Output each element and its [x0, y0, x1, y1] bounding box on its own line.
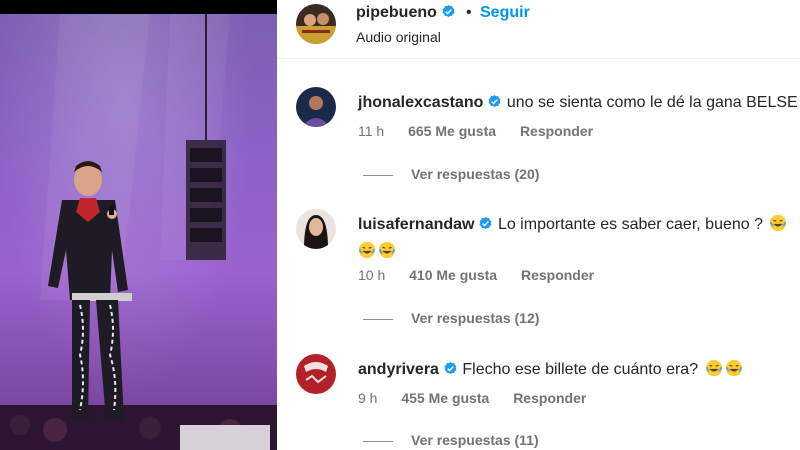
replies-line — [363, 174, 393, 176]
verified-badge-icon — [488, 94, 501, 108]
comment-meta: 11 h 665 Me gusta Responder — [358, 123, 613, 139]
comment-username[interactable]: jhonalexcastano — [358, 94, 483, 111]
author-avatar[interactable] — [296, 4, 336, 44]
comment-text: andyrivera Flecho ese billete de cuánto … — [358, 356, 800, 383]
view-replies-button[interactable]: Ver respuestas (11) — [363, 432, 539, 448]
laughing-emoji-icon — [770, 214, 787, 232]
reply-button[interactable]: Responder — [520, 123, 593, 139]
author-username[interactable]: pipebueno — [356, 4, 456, 22]
comment-body: Flecho ese billete de cuánto era? — [462, 361, 699, 378]
commenter-avatar[interactable] — [296, 209, 336, 249]
view-replies-button[interactable]: Ver respuestas (12) — [363, 310, 539, 326]
laughing-emoji-icon — [725, 359, 742, 377]
view-replies-label[interactable]: Ver respuestas (12) — [411, 310, 539, 326]
comment-likes[interactable]: 665 Me gusta — [408, 123, 496, 139]
laughing-emoji-icon — [358, 241, 376, 259]
reply-button[interactable]: Responder — [521, 267, 594, 283]
comment-time[interactable]: 11 h — [358, 123, 384, 139]
view-replies-button[interactable]: Ver respuestas (20) — [363, 166, 539, 182]
reel-video[interactable] — [0, 0, 277, 450]
concert-scene — [0, 14, 277, 450]
follow-button[interactable]: Seguir — [480, 4, 530, 22]
comment-time[interactable]: 10 h — [358, 267, 385, 283]
comment-text: luisafernandaw Lo importante es saber ca… — [358, 211, 800, 265]
comment-body: Lo importante es saber caer, bueno ? — [497, 216, 763, 233]
verified-badge-icon — [480, 216, 492, 230]
reply-button[interactable]: Responder — [513, 390, 586, 406]
replies-line — [363, 318, 393, 320]
view-replies-label[interactable]: Ver respuestas (20) — [411, 166, 539, 182]
comment-text: jhonalexcastano uno se sienta como le dé… — [358, 89, 800, 116]
comment-username[interactable]: andyrivera — [358, 361, 439, 378]
comment-meta: 9 h 455 Me gusta Responder — [358, 390, 606, 406]
replies-line — [363, 440, 393, 442]
comment-likes[interactable]: 455 Me gusta — [401, 390, 489, 406]
comment-time[interactable]: 9 h — [358, 390, 377, 406]
verified-badge-icon — [442, 4, 455, 18]
post-header: pipebueno • Seguir Audio original — [277, 0, 800, 58]
separator-dot: • — [466, 4, 472, 21]
comment-meta: 10 h 410 Me gusta Responder — [358, 267, 614, 283]
commenter-avatar[interactable] — [296, 87, 336, 127]
laughing-emoji-icon — [705, 359, 722, 377]
comments-panel: pipebueno • Seguir Audio original jhonal… — [277, 0, 800, 450]
verified-badge-icon — [444, 361, 457, 375]
laughing-emoji-icon — [378, 241, 396, 259]
header-divider — [277, 58, 800, 59]
author-username-text[interactable]: pipebueno — [356, 4, 437, 21]
commenter-avatar[interactable] — [296, 354, 336, 394]
comment-likes[interactable]: 410 Me gusta — [409, 267, 497, 283]
comment-username[interactable]: luisafernandaw — [358, 216, 474, 233]
comment-body: uno se sienta como le dé la gana BELSE — [506, 94, 798, 111]
view-replies-label[interactable]: Ver respuestas (11) — [411, 432, 539, 448]
audio-label[interactable]: Audio original — [356, 29, 441, 45]
